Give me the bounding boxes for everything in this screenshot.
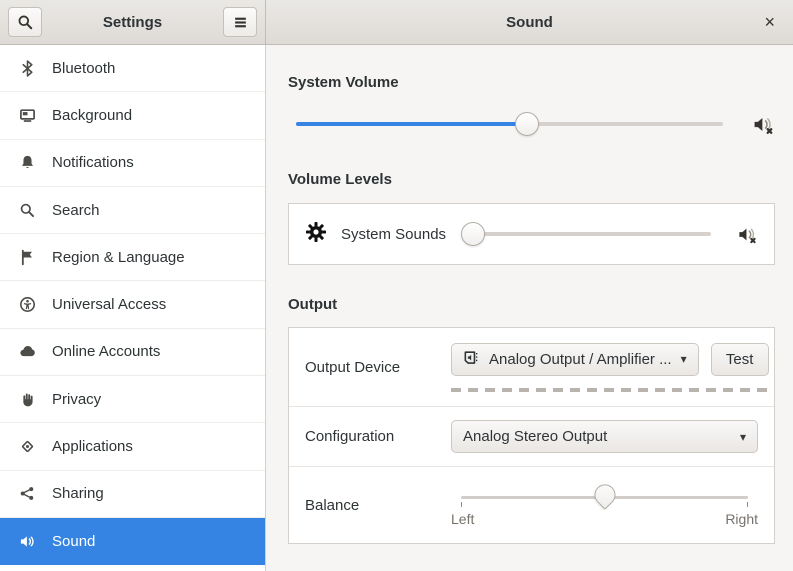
right-headerbar[interactable]: Sound × <box>266 0 793 45</box>
window-title: Settings <box>102 13 163 31</box>
balance-tick-right <box>747 501 748 507</box>
sound-panel: System Volume Volume Levels System Sound… <box>266 45 793 571</box>
sidebar-item-label: Search <box>52 201 100 219</box>
sidebar-item-online-accounts[interactable]: Online Accounts <box>0 329 265 377</box>
output-heading: Output <box>288 296 338 313</box>
sidebar-item-notifications[interactable]: Notifications <box>0 140 265 187</box>
volume-levels-card: System Sounds <box>288 203 775 265</box>
sidebar-item-label: Region & Language <box>52 248 185 266</box>
output-card: Output Device Analog Output / Amplifier … <box>288 327 775 544</box>
hamburger-menu-icon <box>234 17 246 27</box>
volume-muted-icon <box>752 113 775 136</box>
output-device-value: Analog Output / Amplifier ... <box>489 350 672 368</box>
sidebar-item-label: Online Accounts <box>52 343 161 361</box>
slider-track[interactable] <box>466 232 711 236</box>
output-device-label: Output Device <box>305 358 401 376</box>
system-volume-row <box>288 112 775 136</box>
output-device-dropdown[interactable]: Analog Output / Amplifier ... ▾ <box>451 342 699 376</box>
output-level-meter <box>451 387 769 392</box>
volume-levels-heading: Volume Levels <box>288 171 392 188</box>
output-device-row: Output Device Analog Output / Amplifier … <box>289 328 774 406</box>
sidebar-item-label: Universal Access <box>52 296 167 314</box>
system-sounds-slider[interactable] <box>461 222 711 246</box>
universal-access-icon <box>19 296 36 313</box>
sidebar-item-universal-access[interactable]: Universal Access <box>0 281 265 329</box>
sidebar-item-privacy[interactable]: Privacy <box>0 376 265 424</box>
notifications-icon <box>19 154 36 171</box>
sidebar-item-label: Sound <box>52 532 96 550</box>
balance-thumb[interactable] <box>589 479 620 510</box>
balance-row: Balance Left Right <box>289 466 774 543</box>
close-icon[interactable]: × <box>758 0 781 44</box>
sidebar: Bluetooth Background Notifications Searc… <box>0 45 266 571</box>
configuration-value: Analog Stereo Output <box>463 428 608 445</box>
configuration-row: Configuration Analog Stereo Output ▾ <box>289 406 774 466</box>
left-headerbar[interactable]: Settings <box>0 0 266 45</box>
sidebar-item-sharing[interactable]: Sharing <box>0 471 265 518</box>
balance-right-label: Right <box>725 510 758 527</box>
configuration-dropdown[interactable]: Analog Stereo Output ▾ <box>451 420 758 453</box>
test-speakers-button[interactable]: Test <box>710 342 769 376</box>
volume-muted-icon <box>737 224 758 245</box>
slider-fill <box>296 122 527 126</box>
search-icon <box>19 202 36 219</box>
bluetooth-icon <box>19 59 36 77</box>
balance-label: Balance <box>305 496 360 514</box>
sidebar-item-label: Sharing <box>52 485 104 503</box>
configuration-label: Configuration <box>305 428 395 445</box>
sound-icon <box>19 533 36 550</box>
sidebar-item-label: Applications <box>52 438 133 456</box>
balance-slider[interactable] <box>461 479 748 510</box>
sidebar-item-label: Notifications <box>52 154 134 172</box>
menu-button[interactable] <box>223 7 257 37</box>
sidebar-item-search[interactable]: Search <box>0 187 265 235</box>
sidebar-item-region-language[interactable]: Region & Language <box>0 234 265 282</box>
sidebar-item-label: Privacy <box>52 390 102 408</box>
volume-level-label: System Sounds <box>341 225 447 243</box>
sharing-icon <box>19 485 36 502</box>
balance-tick-left <box>461 501 462 507</box>
settings-window: Settings Sound × Bluetooth Background No… <box>0 0 793 571</box>
slider-thumb[interactable] <box>461 222 486 246</box>
sidebar-item-label: Background <box>52 106 133 124</box>
sidebar-item-applications[interactable]: Applications <box>0 423 265 471</box>
gear-icon <box>305 221 327 247</box>
background-icon <box>19 107 36 124</box>
region-language-icon <box>19 249 36 266</box>
chevron-down-icon: ▾ <box>680 352 687 366</box>
privacy-icon <box>19 391 36 408</box>
soundcard-icon <box>463 349 480 370</box>
system-volume-heading: System Volume <box>288 74 399 91</box>
sidebar-item-label: Bluetooth <box>52 59 116 77</box>
slider-thumb[interactable] <box>514 112 539 136</box>
balance-left-label: Left <box>451 510 475 527</box>
search-icon <box>18 15 32 29</box>
applications-icon <box>19 438 36 455</box>
sidebar-item-sound[interactable]: Sound <box>0 517 265 566</box>
online-accounts-icon <box>19 343 36 360</box>
search-button[interactable] <box>8 7 42 37</box>
volume-level-row-system-sounds: System Sounds <box>289 204 774 264</box>
chevron-down-icon: ▾ <box>739 429 746 444</box>
panel-title: Sound <box>506 13 553 31</box>
sidebar-item-background[interactable]: Background <box>0 92 265 140</box>
system-volume-slider[interactable] <box>296 112 723 136</box>
sidebar-item-bluetooth[interactable]: Bluetooth <box>0 45 265 93</box>
